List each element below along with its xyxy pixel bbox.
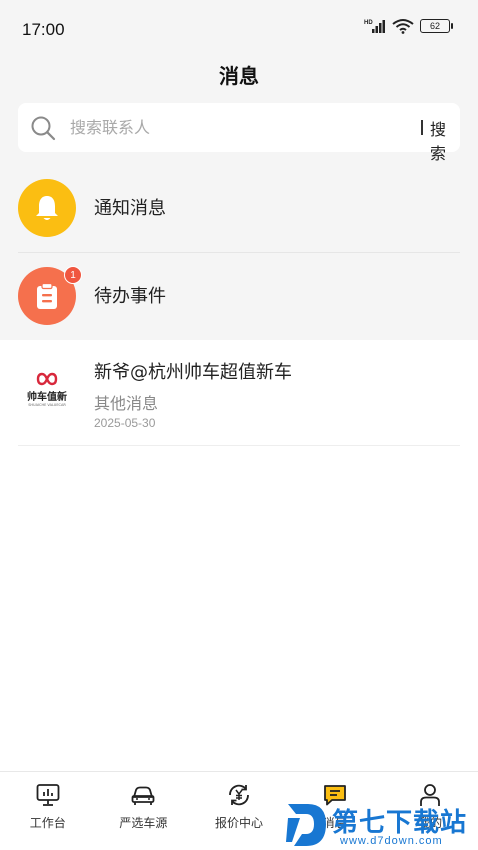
tab-label: 严选车源 [119,816,168,830]
signal-icon: HD [364,20,385,33]
todo-badge: 1 [64,266,82,284]
search-button[interactable]: 搜索 [430,116,460,164]
bell-icon [36,196,58,220]
watermark-url: www.d7down.com [340,835,443,847]
yuan-exchange-icon [229,784,249,806]
battery-level: 62 [429,21,440,31]
watermark-brand: 第七下载站 [332,808,468,838]
notification-row[interactable]: 通知消息 [0,164,478,252]
logo-text: 帅车值新 [27,391,67,403]
todo-label: 待办事件 [94,286,166,307]
status-bar: 17:00 HD 62 [0,0,478,52]
tab-car-source[interactable]: 严选车源 [96,772,192,850]
notification-avatar [18,179,76,237]
battery-icon: 62 [420,19,453,33]
monitor-icon [36,784,60,806]
notification-label: 通知消息 [94,198,166,219]
sender-logo: 帅车值新 SHUAICHE VALUECAR [18,360,76,418]
logo-subtext: SHUAICHE VALUECAR [28,402,66,407]
message-title: 新爷@杭州帅车超值新车 [94,362,292,383]
search-bar[interactable]: 搜索 [18,103,460,163]
watermark-logo-icon [286,804,326,846]
message-date: 2025-05-30 [94,416,156,430]
clipboard-icon [37,282,57,309]
message-subtitle: 其他消息 [94,394,159,413]
search-icon [31,116,56,141]
wifi-icon [392,19,414,34]
search-input[interactable] [70,103,400,152]
status-icons: HD 62 [364,18,453,34]
watermark: 第七下载站 www.d7down.com [284,800,478,850]
search-divider [421,120,423,135]
network-type-label: HD [364,20,373,26]
message-list-item[interactable]: 帅车值新 SHUAICHE VALUECAR 新爷@杭州帅车超值新车 其他消息 … [0,340,478,446]
message-divider [18,445,460,446]
page-title: 消息 [219,64,259,88]
tab-label: 工作台 [29,816,66,830]
car-icon [131,786,155,805]
brand-logo-icon [36,372,58,385]
tab-workbench[interactable]: 工作台 [0,772,96,850]
tab-label: 报价中心 [214,816,263,830]
tab-quote-center[interactable]: 报价中心 [191,772,287,850]
status-time: 17:00 [22,20,65,39]
